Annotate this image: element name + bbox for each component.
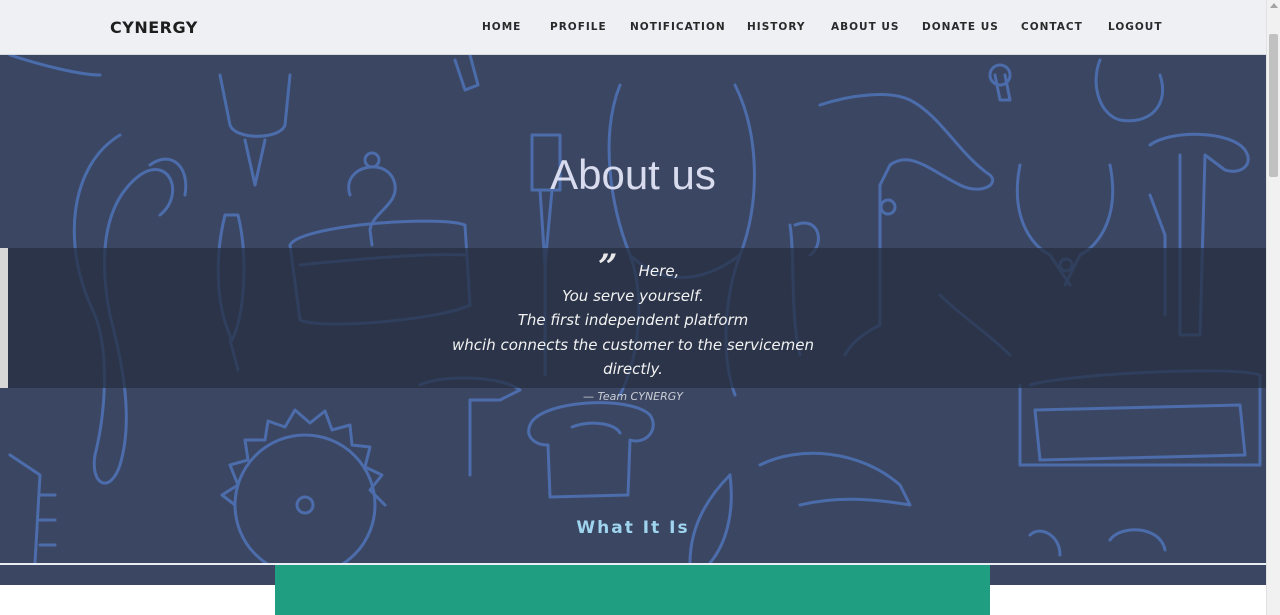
quote-attribution: — Team CYNERGY (582, 390, 684, 403)
what-it-is-card (275, 565, 990, 615)
top-navbar: CYNERGY HOME PROFILE NOTIFICATION HISTOR… (0, 0, 1266, 55)
nav-link-notification[interactable]: NOTIFICATION (630, 21, 726, 33)
nav-link-profile[interactable]: PROFILE (550, 21, 607, 33)
quote-line: whcih connects the customer to the servi… (452, 335, 814, 354)
scroll-up-arrow-icon[interactable] (1270, 3, 1278, 8)
quote-line: directly. (603, 360, 663, 379)
what-it-is-heading: What It Is (576, 518, 690, 538)
nav-links: HOME PROFILE NOTIFICATION HISTORY ABOUT … (0, 21, 1266, 35)
scrollbar-thumb[interactable] (1269, 34, 1278, 177)
nav-link-home[interactable]: HOME (482, 21, 521, 33)
quote-line: Here, (638, 262, 680, 280)
nav-link-donate-us[interactable]: DONATE US (922, 21, 999, 33)
quote-line: The first independent platform (517, 311, 749, 330)
page-scrollbar[interactable] (1266, 0, 1280, 615)
nav-link-logout[interactable]: LOGOUT (1108, 21, 1162, 33)
about-hero-section: About us ” Here, You serve yourself. The… (0, 55, 1266, 563)
nav-link-about-us[interactable]: ABOUT US (831, 21, 900, 33)
nav-link-history[interactable]: HISTORY (747, 21, 805, 33)
page-title: About us (550, 151, 716, 198)
quote-line: You serve yourself. (562, 286, 704, 305)
nav-link-contact[interactable]: CONTACT (1021, 21, 1083, 33)
tagline-quote: Here, You serve yourself. The first inde… (0, 259, 1266, 382)
